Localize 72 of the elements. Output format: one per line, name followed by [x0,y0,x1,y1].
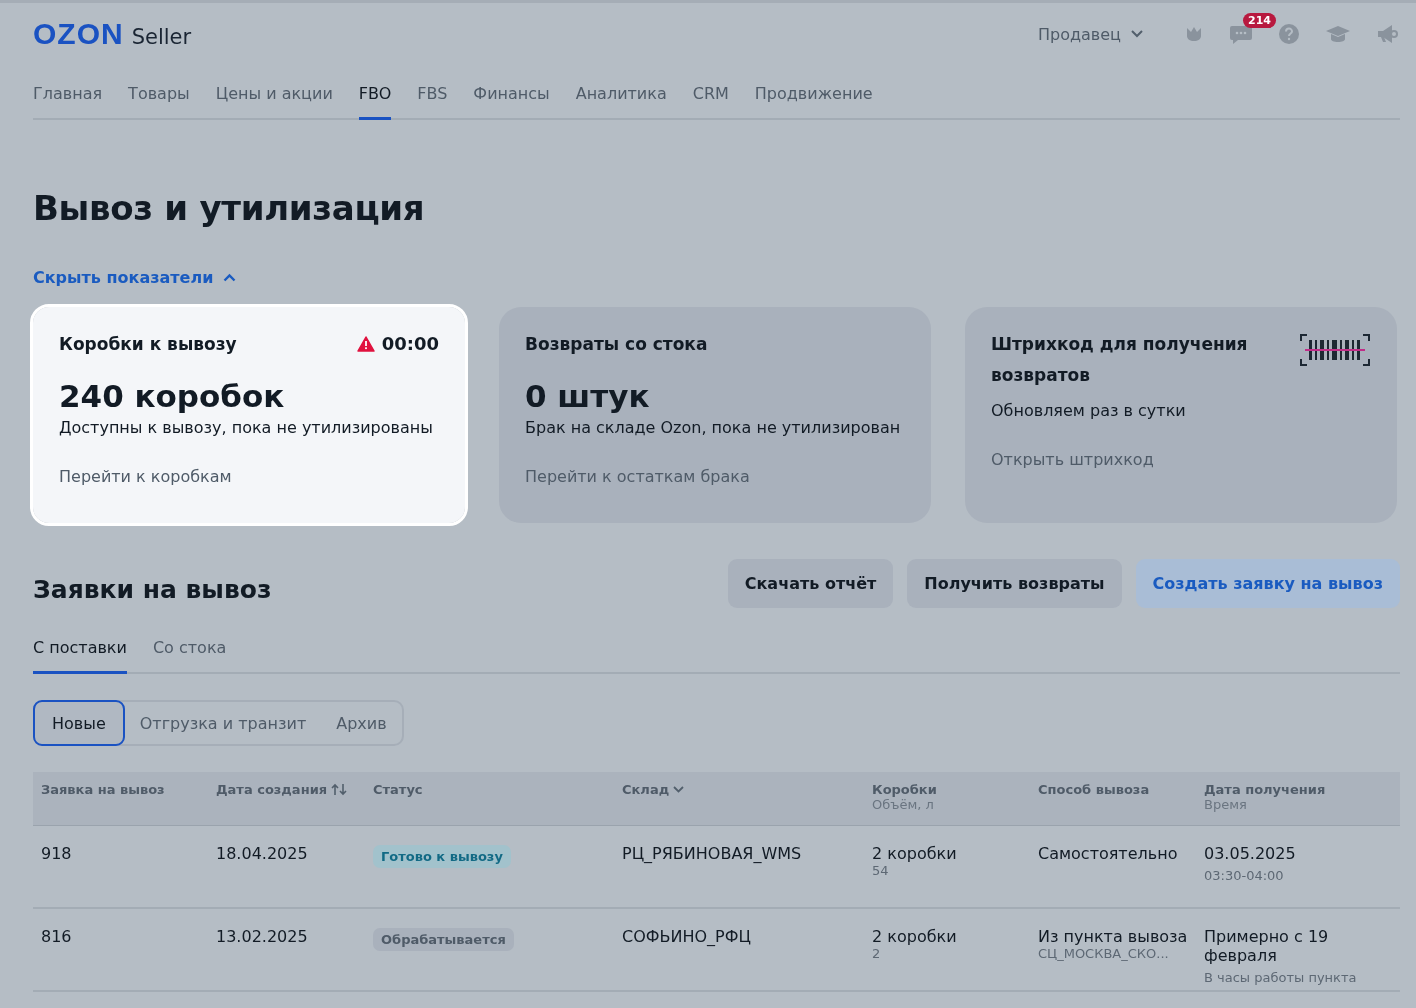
table-cell-subtext: СЦ_МОСКВА_СКО... [1038,946,1169,961]
card-title: Коробки к вывозу [59,333,237,356]
create-request-button[interactable]: Создать заявку на вывоз [1135,559,1400,608]
logo[interactable]: OZON [33,17,124,51]
table-cell-subtext: 03:30-04:00 [1204,868,1284,883]
table-cell-subtext: 54 [872,863,889,878]
table-cell: Из пункта вывоза [1038,927,1188,946]
chat-icon[interactable] [1229,23,1253,45]
column-header: Способ вывоза [1038,782,1150,797]
card-description: Доступны к вывозу, пока не утилизированы [59,418,434,437]
tab[interactable]: С поставки [33,638,127,674]
card-link[interactable]: Открыть штрихкод [991,450,1371,469]
column-header: Коробки [872,782,937,797]
card-description: Обновляем раз в сутки [991,401,1187,420]
nav-tab[interactable]: Продвижение [754,84,873,120]
section-title: Заявки на вывоз [33,575,272,604]
table-cell-text: Примерно с 19 февраля [1204,927,1330,965]
column-subheader: Объём, л [872,797,935,812]
column-header: Заявка на вывоз [41,782,165,797]
card-value: 240 коробок [59,378,286,414]
table-cell: 03.05.2025 [1204,844,1296,863]
card-link[interactable]: Перейти к коробкам [59,467,439,486]
table-cell: Самостоятельно [1038,844,1178,863]
graduation-cap-icon[interactable] [1325,24,1351,44]
column-header: Склад [622,782,670,797]
card-description: Брак на складе Ozon, пока не утилизирован [525,418,902,437]
column-subheader: Время [1204,797,1248,812]
table-cell-subtext: В часы работы пункта [1204,970,1357,985]
chevron-up-icon [223,273,237,282]
column-header: Статус [373,782,423,797]
table-cell: 2 коробки [872,844,957,863]
nav-tab[interactable]: FBO [358,84,392,120]
hide-metrics-link[interactable]: Скрыть показатели [33,268,237,287]
nav-tab[interactable]: Товары [128,84,190,120]
nav-tab[interactable]: FBS [417,84,448,120]
nav-tab[interactable]: Цены и акции [215,84,333,120]
card-title: Штрихкод для получения возвратов [991,333,1249,387]
card-value: 0 штук [525,378,651,414]
status-tag: Обрабатывается [373,928,514,951]
column-header: Дата создания [216,782,328,797]
card-title: Возвраты со стока [525,333,708,356]
help-icon[interactable] [1278,23,1300,45]
table-cell: 13.02.2025 [216,927,308,946]
table-cell: 18.04.2025 [216,844,308,863]
tab[interactable]: Со стока [152,638,227,674]
logo-suffix: Seller [131,25,192,49]
timer: 00:00 [381,333,439,354]
status-tag: Готово к вывозу [373,845,511,868]
page-title: Вывоз и утилизация [33,188,426,228]
table-cell: 918 [41,844,72,863]
barcode-icon [1299,333,1371,367]
nav-tab[interactable]: Аналитика [575,84,667,120]
nav-tab[interactable]: Главная [33,84,103,120]
action-button[interactable]: Получить возвраты [907,559,1122,608]
table-cell: СОФЬИНО_РФЦ [622,927,751,946]
table-cell-subtext: 2 [872,946,881,961]
filter-segment[interactable]: Новые [33,700,125,746]
nav-tab[interactable]: Финансы [473,84,550,120]
table-cell: 2 коробки [872,927,957,946]
card-link[interactable]: Перейти к остаткам брака [525,467,905,486]
account-dropdown[interactable]: Продавец [1038,24,1143,44]
chevron-down-icon[interactable] [673,786,685,793]
column-header: Дата получения [1204,782,1326,797]
notification-badge: 214 [1243,13,1276,28]
table-cell: РЦ_РЯБИНОВАЯ_WMS [622,844,802,863]
action-button[interactable]: Скачать отчёт [727,559,894,608]
chevron-down-icon [1131,30,1143,38]
megaphone-icon[interactable] [1376,23,1400,45]
sort-icon[interactable] [331,783,348,796]
table-cell: 816 [41,927,72,946]
warning-icon [356,335,375,352]
nav-tab[interactable]: CRM [692,84,729,120]
